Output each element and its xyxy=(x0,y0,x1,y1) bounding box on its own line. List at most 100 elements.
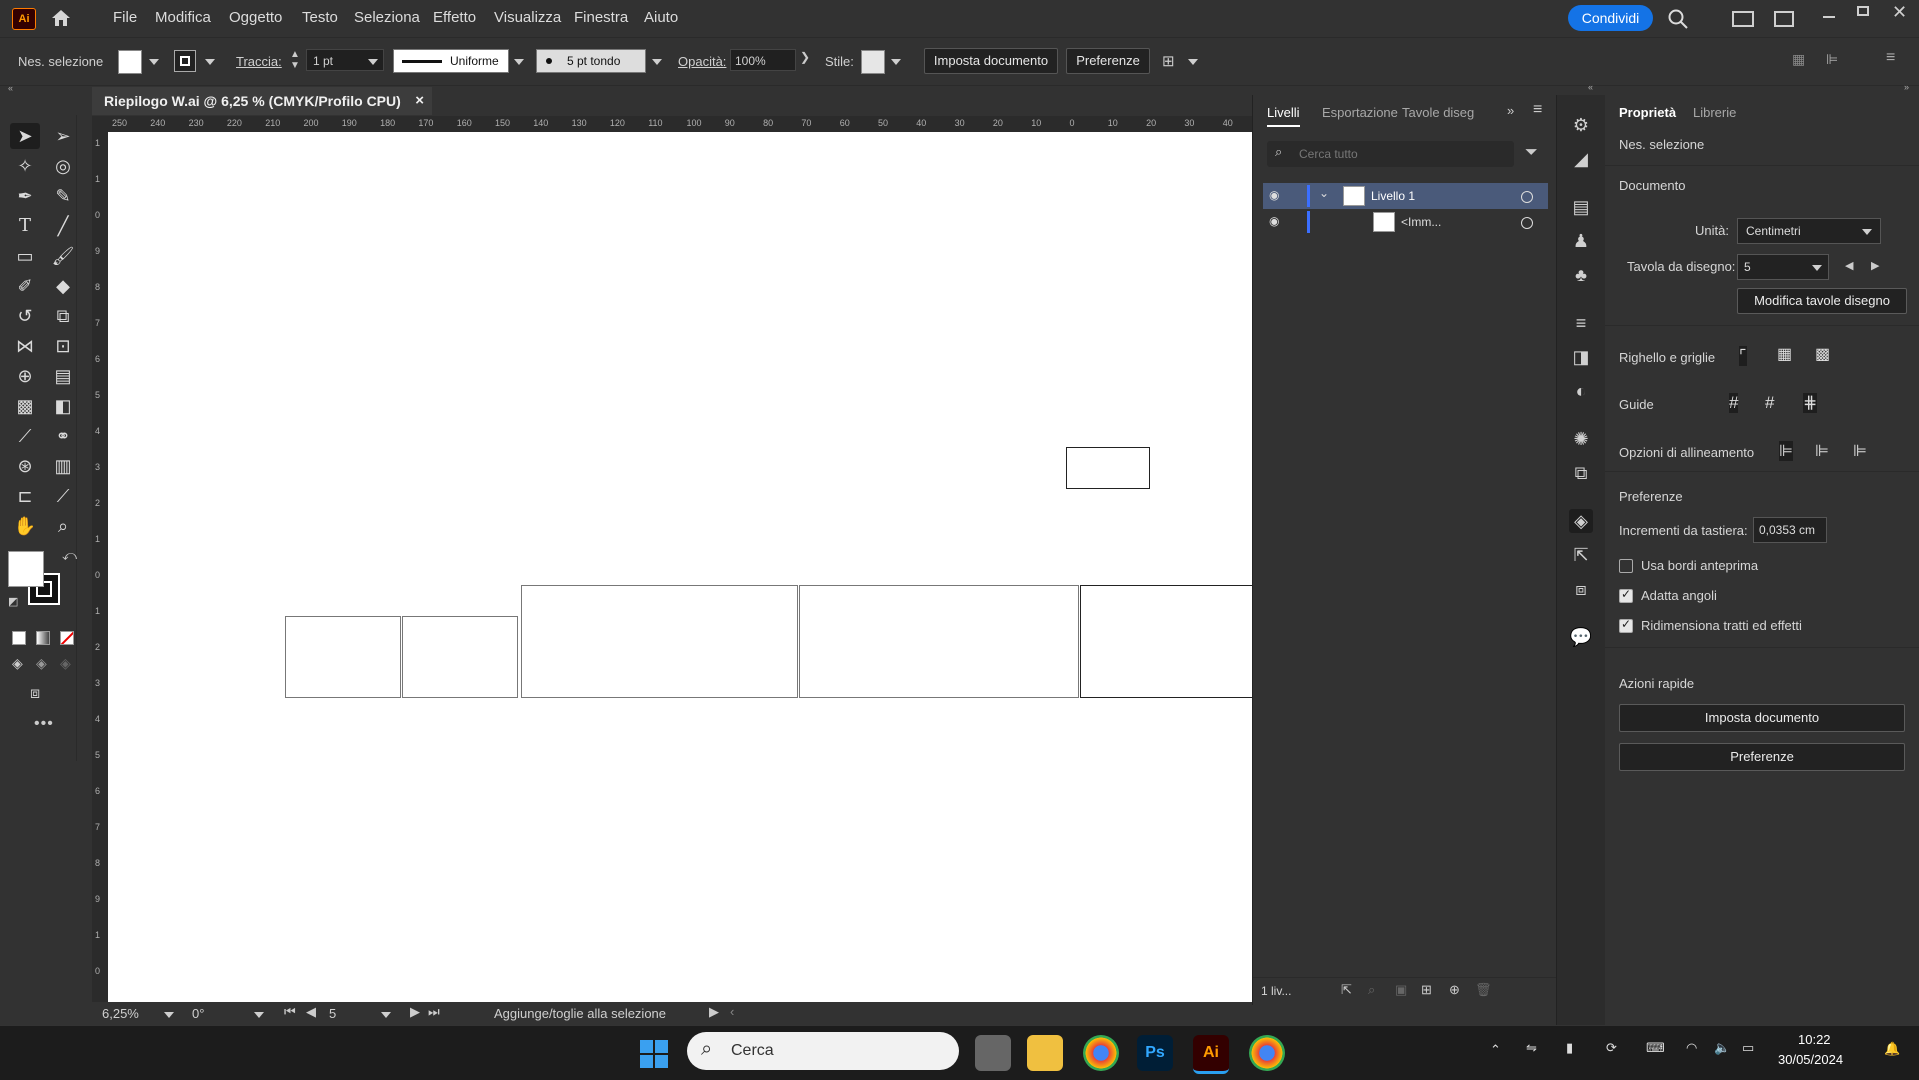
menu-aiuto[interactable]: Aiuto xyxy=(644,9,678,26)
stroke-panel-icon[interactable]: ≡ xyxy=(1569,311,1593,335)
align-icon[interactable]: ▦ xyxy=(1792,51,1805,68)
tab-properties[interactable]: Proprietà xyxy=(1619,105,1676,120)
brushes-icon[interactable]: ⚙ xyxy=(1569,113,1593,137)
close-window-icon[interactable]: ✕ xyxy=(1892,2,1907,23)
menu-file[interactable]: File xyxy=(113,9,137,26)
wifi-icon[interactable]: ◠ xyxy=(1686,1040,1697,1056)
transparency-grid-icon[interactable]: ▩ xyxy=(1815,344,1830,364)
fill-swatch[interactable] xyxy=(118,50,142,74)
artboard-outline[interactable] xyxy=(799,585,1079,698)
checkbox-scale-corners[interactable] xyxy=(1619,587,1633,603)
visibility-eye-icon[interactable]: ◉ xyxy=(1269,214,1279,228)
direct-selection-tool-icon[interactable]: ➢ xyxy=(48,123,78,149)
qa-document-setup-button[interactable]: Imposta documento xyxy=(1619,704,1905,732)
lock-guides-icon[interactable]: # xyxy=(1765,393,1774,413)
chevron-down-icon[interactable] xyxy=(381,1012,391,1018)
line-tool-icon[interactable]: ╱ xyxy=(48,213,78,239)
shaper-tool-icon[interactable]: ✐ xyxy=(10,273,40,299)
menu-seleziona[interactable]: Seleziona xyxy=(354,9,420,26)
next-artboard-icon[interactable]: ▶ xyxy=(410,1004,420,1020)
column-graph-tool-icon[interactable]: ▥ xyxy=(48,453,78,479)
layer-name[interactable]: <Imm... xyxy=(1401,215,1441,229)
swap-colors-icon[interactable]: ⤺ xyxy=(62,547,77,564)
workspace-icon[interactable] xyxy=(1732,11,1754,27)
artboard-outline[interactable] xyxy=(285,616,401,698)
chevron-right-icon[interactable]: ❯ xyxy=(800,50,810,64)
tab-esportazione[interactable]: Esportazione xyxy=(1322,105,1398,120)
clock-date[interactable]: 30/05/2024 xyxy=(1778,1052,1843,1067)
export-icon[interactable]: ⇱ xyxy=(1341,982,1352,998)
puppet-icon[interactable]: ♟ xyxy=(1569,229,1593,253)
clip-mask-icon[interactable]: ▣ xyxy=(1395,982,1407,998)
prev-artboard-icon[interactable]: ◀ xyxy=(306,1004,316,1020)
rotate-tool-icon[interactable]: ↺ xyxy=(10,303,40,329)
chevron-down-icon[interactable] xyxy=(514,59,524,65)
target-icon[interactable] xyxy=(1521,191,1533,203)
edit-toolbar-icon[interactable]: ••• xyxy=(34,715,54,733)
magic-wand-tool-icon[interactable]: ✧ xyxy=(10,153,40,179)
panel-menu-icon[interactable]: ≡ xyxy=(1886,49,1895,67)
libraries-icon[interactable]: ▤ xyxy=(1569,195,1593,219)
stroke-stepper-icon[interactable]: ▲ ▼ xyxy=(290,49,300,71)
color-mode-icon[interactable] xyxy=(12,631,26,645)
document-tab[interactable]: Riepilogo W.ai @ 6,25 % (CMYK/Profilo CP… xyxy=(92,87,432,115)
vertical-ruler[interactable]: 110987654321012345678910 xyxy=(92,132,109,1002)
tray-chevron-icon[interactable]: ⌃ xyxy=(1490,1042,1501,1058)
color-guide-icon[interactable]: ✺ xyxy=(1569,427,1593,451)
zoom-tool-icon[interactable]: ⌕ xyxy=(48,513,78,539)
variable-width-profile[interactable]: Uniforme xyxy=(393,49,509,73)
menu-oggetto[interactable]: Oggetto xyxy=(229,9,282,26)
artboard-outline-active[interactable] xyxy=(1080,585,1252,698)
tray-app-icon[interactable]: ⇋ xyxy=(1526,1040,1537,1056)
chevron-down-icon[interactable] xyxy=(164,1012,174,1018)
symbols-icon[interactable]: ♣ xyxy=(1569,263,1593,287)
align-to-artboard-icon[interactable]: ⊫ xyxy=(1853,441,1867,461)
preferences-button[interactable]: Preferenze xyxy=(1066,48,1150,74)
eraser-tool-icon[interactable]: ◆ xyxy=(48,273,78,299)
stroke-swatch[interactable] xyxy=(174,50,196,72)
lasso-tool-icon[interactable]: ◎ xyxy=(48,153,78,179)
paintbrush-tool-icon[interactable]: 🖌 xyxy=(48,243,78,269)
new-layer-icon[interactable]: ⊕ xyxy=(1449,982,1460,998)
illustrator-icon[interactable]: Ai xyxy=(1193,1035,1229,1074)
chevron-down-icon[interactable] xyxy=(205,59,215,65)
search-icon[interactable] xyxy=(1667,8,1689,33)
volume-icon[interactable]: 🔈 xyxy=(1714,1040,1730,1056)
scroll-left-icon[interactable]: ‹ xyxy=(730,1004,734,1019)
style-swatch[interactable] xyxy=(861,50,885,74)
zoom-value[interactable]: 6,25% xyxy=(102,1006,139,1021)
chevron-down-icon[interactable] xyxy=(652,59,662,65)
taskbar-search[interactable]: ⌕ Cerca xyxy=(687,1032,959,1070)
expand-layer-icon[interactable]: ⌄ xyxy=(1319,186,1329,200)
menu-modifica[interactable]: Modifica xyxy=(155,9,211,26)
horizontal-ruler[interactable]: 250 240 230 220 210 200 190 180 170 160 150 140 130 1… xyxy=(92,116,1252,133)
artboard-select[interactable]: 5 xyxy=(1737,254,1829,280)
checkbox-scale-strokes[interactable] xyxy=(1619,617,1633,633)
tab-tavole[interactable]: Tavole diseg xyxy=(1402,105,1474,120)
keyboard-increment-field[interactable]: 0,0353 cm xyxy=(1753,517,1827,543)
fill-color-box[interactable] xyxy=(8,551,44,587)
artboard-tool-icon[interactable]: ⊏ xyxy=(10,483,40,509)
ruler-toggle-icon[interactable]: ⌜ xyxy=(1739,346,1747,366)
width-tool-icon[interactable]: ⋈ xyxy=(10,333,40,359)
none-mode-icon[interactable] xyxy=(60,631,74,645)
align-to-key-icon[interactable]: ⊫ xyxy=(1815,441,1829,461)
export-panel-icon[interactable]: ⇱ xyxy=(1569,543,1593,567)
pen-tool-icon[interactable]: ✒ xyxy=(10,183,40,209)
document-setup-button[interactable]: Imposta documento xyxy=(924,48,1058,74)
draw-normal-icon[interactable]: ◈ xyxy=(12,655,23,672)
prev-artboard-icon[interactable]: ◀ xyxy=(1845,259,1853,272)
perspective-grid-tool-icon[interactable]: ▤ xyxy=(48,363,78,389)
align-to-selection-icon[interactable]: ⊫ xyxy=(1779,441,1793,461)
brush-definition[interactable]: 5 pt tondo xyxy=(536,49,646,73)
status-menu-icon[interactable]: ▶ xyxy=(709,1004,719,1020)
chevron-down-icon[interactable] xyxy=(149,59,159,65)
hand-tool-icon[interactable]: ✋ xyxy=(10,513,40,539)
tray-meter-icon[interactable]: ▮ xyxy=(1566,1040,1573,1056)
asset-export-icon[interactable]: ⧉ xyxy=(1569,461,1593,485)
first-artboard-icon[interactable]: ⏮ xyxy=(284,1004,296,1020)
layer-name[interactable]: Livello 1 xyxy=(1371,189,1415,203)
arrange-documents-icon[interactable]: ⊞ xyxy=(1162,52,1175,70)
menu-visualizza[interactable]: Visualizza xyxy=(494,9,561,26)
selection-tool-icon[interactable]: ➤ xyxy=(10,123,40,149)
